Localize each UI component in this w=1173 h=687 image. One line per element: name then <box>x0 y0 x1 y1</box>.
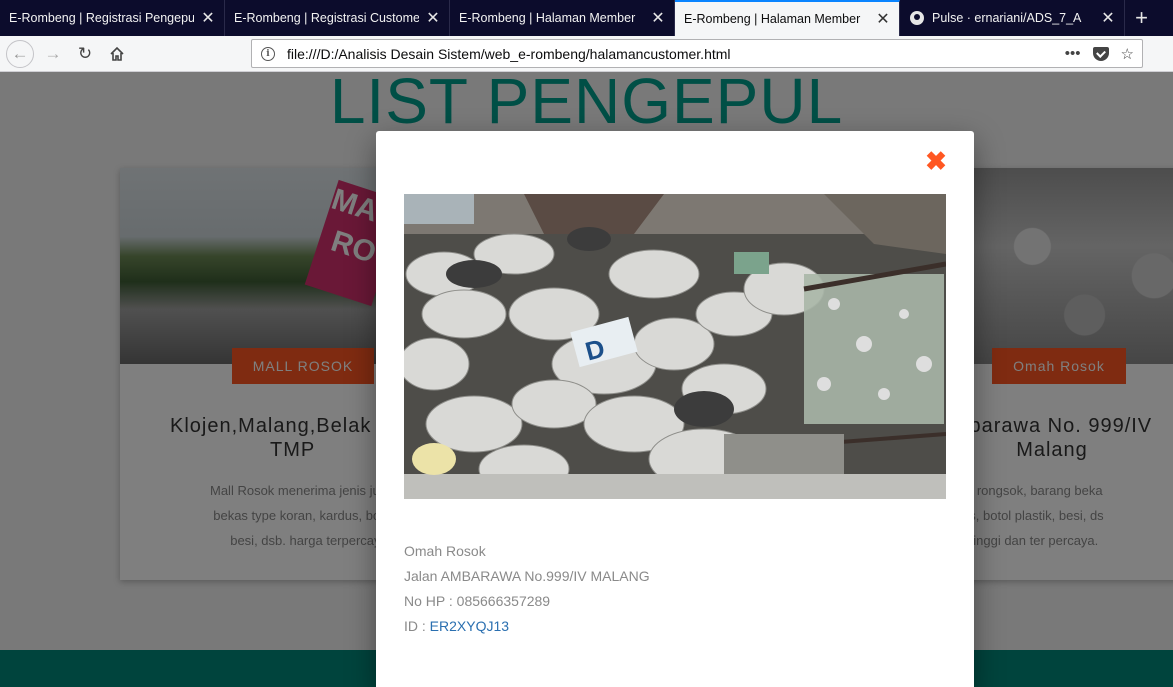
reload-icon[interactable]: ↻ <box>71 40 99 68</box>
info-icon[interactable]: i <box>261 46 275 61</box>
tab-title: Pulse · ernariani/ADS_7_A <box>932 11 1082 25</box>
home-icon[interactable] <box>103 40 131 68</box>
close-icon[interactable]: ✕ <box>425 10 441 27</box>
more-icon[interactable]: ••• <box>1065 45 1081 62</box>
collector-name: Omah Rosok <box>404 543 486 559</box>
collector-phone: No HP : 085666357289 <box>404 589 650 614</box>
arrow-right-icon[interactable]: → <box>39 40 67 68</box>
tab-title: E-Rombeng | Halaman Member <box>459 11 636 25</box>
id-value[interactable]: ER2XYQJ13 <box>430 618 509 634</box>
collector-address: Jalan AMBARAWA No.999/IV MALANG <box>404 568 650 584</box>
arrow-left-icon[interactable]: ← <box>6 40 34 68</box>
url-text[interactable]: file:///D:/Analisis Desain Sistem/web_e-… <box>287 46 1065 62</box>
tab-halaman-member[interactable]: E-Rombeng | Halaman Member ✕ <box>450 0 675 36</box>
tab-title: E-Rombeng | Halaman Member <box>684 12 861 26</box>
plus-icon[interactable]: + <box>1125 0 1158 36</box>
collector-detail-modal: ✖ D Omah Rosok Jalan AMBARAWA No.999/IV … <box>376 131 974 687</box>
collector-info: Omah Rosok Jalan AMBARAWA No.999/IV MALA… <box>404 539 650 639</box>
tab-pulse-github[interactable]: Pulse · ernariani/ADS_7_A ✕ <box>900 0 1125 36</box>
url-bar[interactable]: i file:///D:/Analisis Desain Sistem/web_… <box>251 39 1143 68</box>
close-icon[interactable]: ✕ <box>650 10 666 27</box>
collector-photo: D <box>404 194 946 499</box>
tab-registrasi-customer[interactable]: E-Rombeng | Registrasi Customer ✕ <box>225 0 450 36</box>
phone-label: No HP : <box>404 593 457 609</box>
github-icon <box>910 11 924 25</box>
star-icon[interactable]: ☆ <box>1121 45 1134 63</box>
tab-halaman-member-active[interactable]: E-Rombeng | Halaman Member ✕ <box>675 0 900 36</box>
tab-title: E-Rombeng | Registrasi Pengepul <box>9 11 194 25</box>
tab-title: E-Rombeng | Registrasi Customer <box>234 11 419 25</box>
collector-id: ID : ER2XYQJ13 <box>404 614 650 639</box>
id-label: ID : <box>404 618 430 634</box>
tab-strip: E-Rombeng | Registrasi Pengepul ✕ E-Romb… <box>0 0 1173 36</box>
phone-value: 085666357289 <box>456 593 551 609</box>
navigation-bar: ← → ↻ i file:///D:/Analisis Desain Siste… <box>0 36 1173 72</box>
pocket-icon[interactable] <box>1092 46 1109 61</box>
close-icon[interactable]: ✕ <box>875 11 891 28</box>
close-icon[interactable]: ✕ <box>200 10 216 27</box>
close-icon[interactable]: ✖ <box>924 148 948 174</box>
tab-registrasi-pengepul[interactable]: E-Rombeng | Registrasi Pengepul ✕ <box>0 0 225 36</box>
close-icon[interactable]: ✕ <box>1100 10 1116 27</box>
